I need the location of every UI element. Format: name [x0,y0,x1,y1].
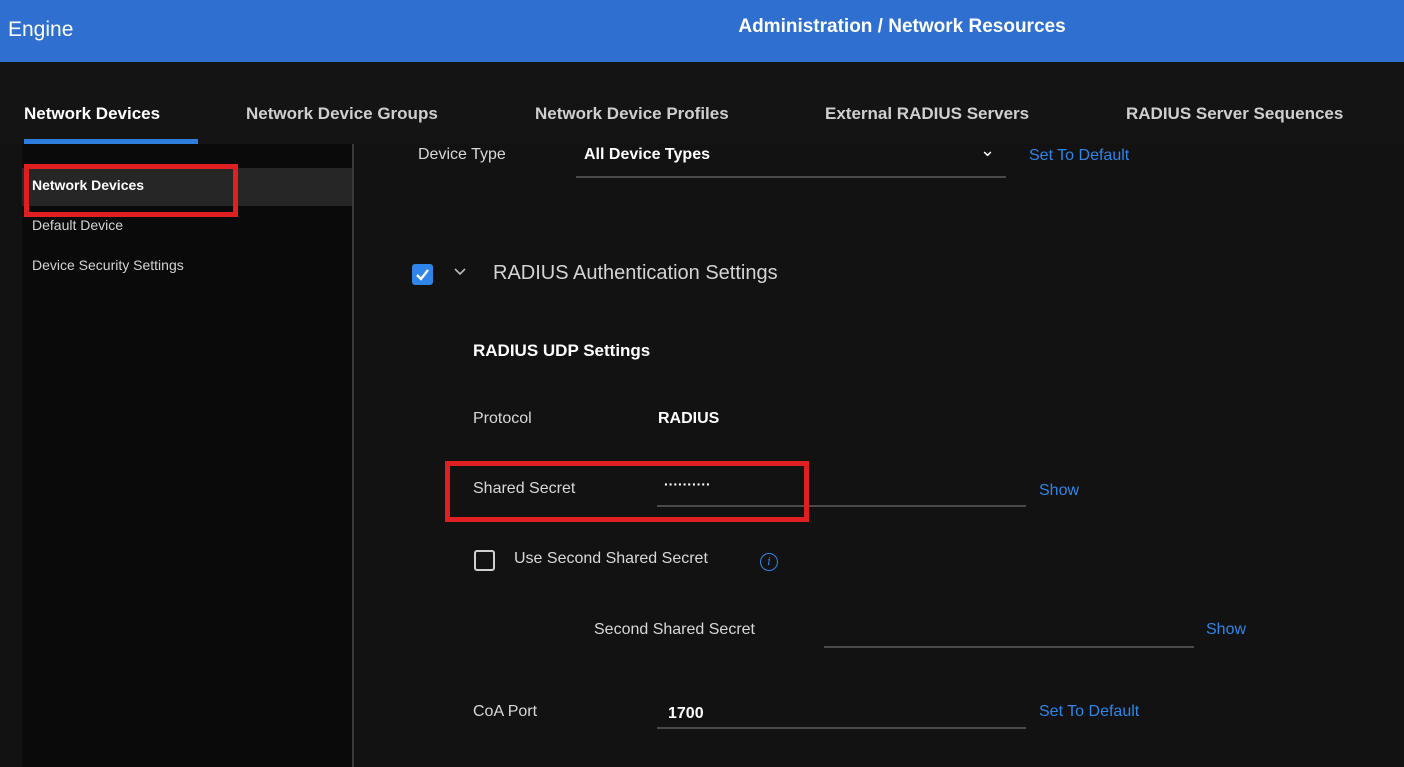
coa-port-set-default-link[interactable]: Set To Default [1039,703,1139,721]
protocol-label: Protocol [473,410,532,427]
tab-radius-server-sequences[interactable]: RADIUS Server Sequences [1126,104,1343,124]
shared-secret-underline [657,505,1026,507]
collapse-chevron-icon[interactable] [452,262,468,287]
tab-bar [0,62,1404,144]
device-type-select-value[interactable]: All Device Types [584,146,710,164]
coa-port-underline [657,727,1026,729]
sidebar [22,144,352,767]
page-title: Administration / Network Resources [738,16,1066,37]
radius-auth-section-title: RADIUS Authentication Settings [493,262,778,284]
radius-udp-settings-title: RADIUS UDP Settings [473,341,651,360]
coa-port-label: CoA Port [473,703,538,720]
tab-external-radius-servers[interactable]: External RADIUS Servers [825,104,1029,124]
shared-secret-show-link[interactable]: Show [1039,482,1079,500]
device-type-label: Device Type [418,146,506,163]
sidebar-item-device-security-settings[interactable]: Device Security Settings [32,257,184,273]
tab-network-device-groups[interactable]: Network Device Groups [246,104,438,124]
sidebar-item-default-device[interactable]: Default Device [32,217,123,233]
tab-network-device-profiles[interactable]: Network Device Profiles [535,104,729,124]
checkmark-icon [416,269,429,281]
protocol-value: RADIUS [658,410,720,427]
device-type-select-underline [576,176,1006,178]
info-icon[interactable]: i [760,553,778,571]
second-shared-secret-label: Second Shared Secret [594,621,755,638]
shared-secret-label: Shared Secret [473,480,576,497]
second-shared-secret-input[interactable] [824,646,1194,648]
use-second-secret-label: Use Second Shared Secret [514,550,708,567]
radius-auth-checkbox[interactable] [412,264,433,285]
coa-port-input[interactable]: 1700 [668,705,704,723]
device-type-set-default-link[interactable]: Set To Default [1029,147,1129,165]
use-second-secret-checkbox[interactable] [474,550,495,571]
sidebar-item-network-devices[interactable]: Network Devices [32,177,144,193]
content-divider [352,144,354,767]
second-secret-show-link[interactable]: Show [1206,621,1246,639]
tab-network-devices[interactable]: Network Devices [24,104,160,124]
shared-secret-input[interactable]: ·········· [664,476,711,492]
chevron-down-icon[interactable]: ⌄ [980,140,995,161]
